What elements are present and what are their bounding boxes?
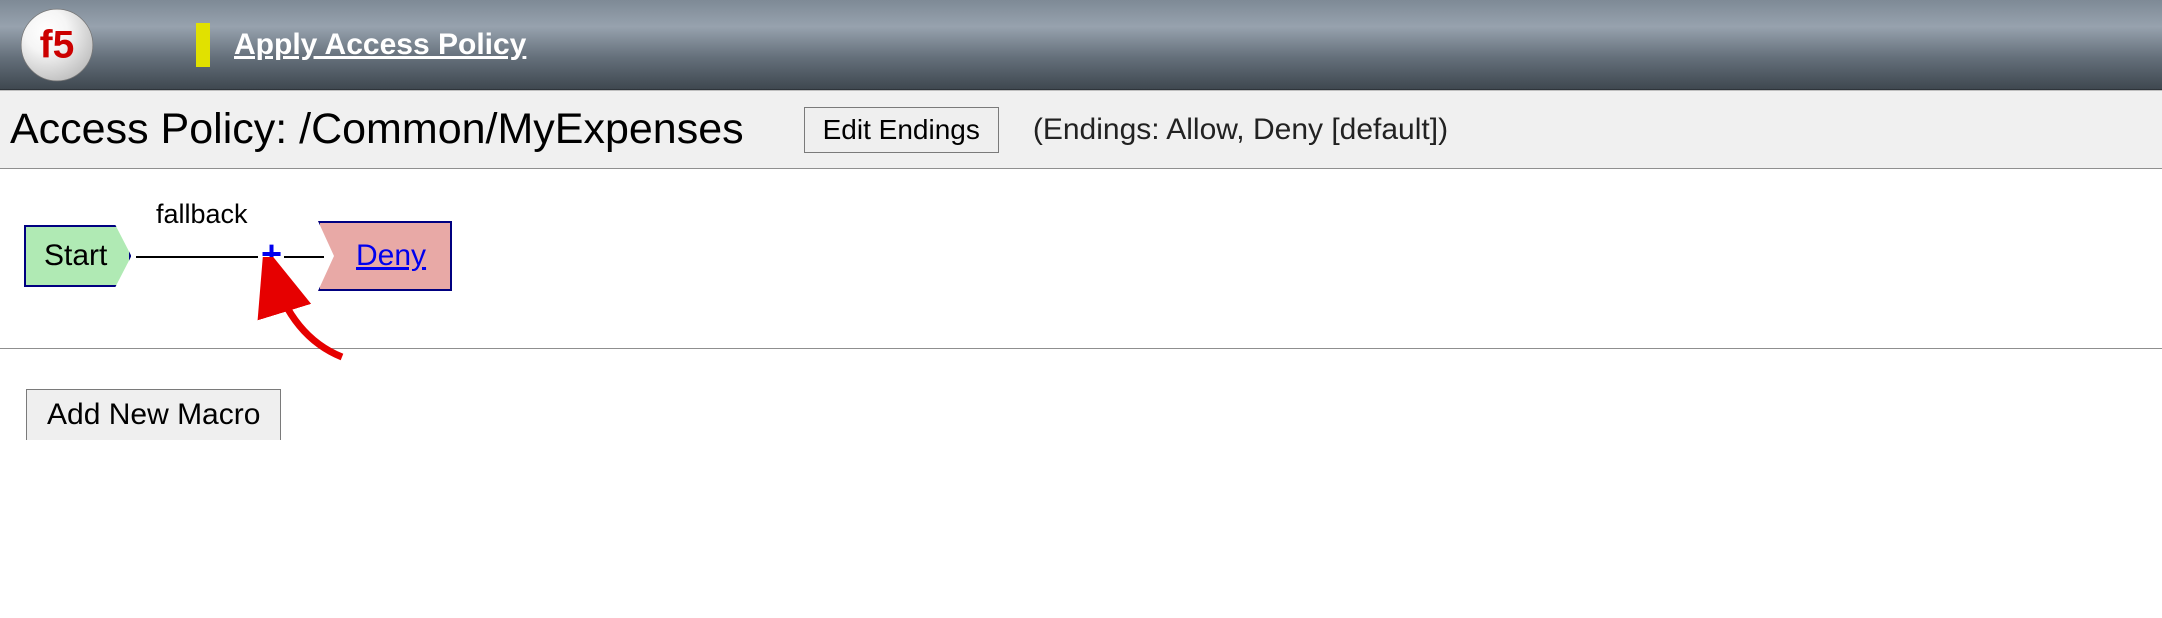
f5-logo-icon: f5	[18, 6, 96, 84]
flow-connector-line	[136, 256, 266, 258]
svg-text:f5: f5	[40, 23, 75, 66]
deny-ending-node[interactable]: Deny	[318, 221, 452, 291]
policy-title-bar: Access Policy: /Common/MyExpenses Edit E…	[0, 90, 2162, 169]
add-action-plus-button[interactable]: +	[258, 237, 285, 271]
flow-connector-line	[284, 256, 324, 258]
add-new-macro-button[interactable]: Add New Macro	[26, 389, 281, 440]
policy-title: Access Policy: /Common/MyExpenses	[8, 105, 744, 154]
edit-endings-button[interactable]: Edit Endings	[804, 107, 999, 153]
app-header: f5 Apply Access Policy	[0, 0, 2162, 90]
flow-canvas: Start fallback + Deny	[0, 169, 2162, 349]
start-node[interactable]: Start	[24, 225, 131, 287]
yellow-marker-icon	[196, 23, 210, 67]
apply-access-policy-link[interactable]: Apply Access Policy	[234, 28, 526, 62]
fallback-branch-label: fallback	[156, 199, 248, 230]
endings-info-text: (Endings: Allow, Deny [default])	[1033, 113, 1448, 147]
macro-section: Add New Macro	[0, 349, 2162, 440]
